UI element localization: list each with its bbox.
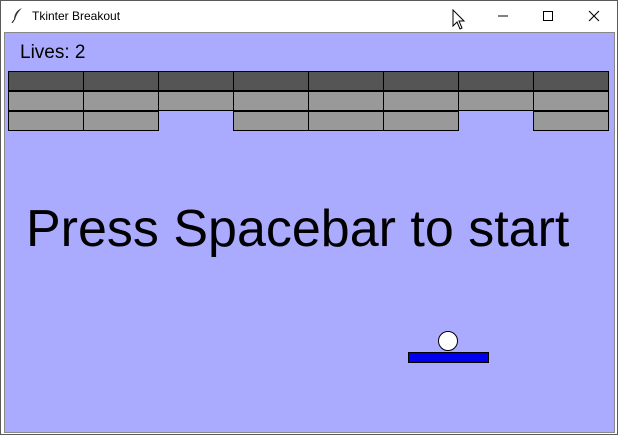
maximize-icon: [543, 11, 553, 21]
lives-counter: Lives: 2: [20, 42, 86, 63]
brick-r1-c6: [383, 71, 459, 91]
app-window: Tkinter Breakout Lives: 2 Press Spacebar…: [0, 0, 618, 435]
brick-r3-c1: [8, 111, 84, 131]
brick-r3-c2: [83, 111, 159, 131]
brick-r1-c3: [158, 71, 234, 91]
brick-r3-c8: [533, 111, 609, 131]
minimize-button[interactable]: [480, 1, 526, 31]
close-icon: [588, 10, 600, 22]
mouse-pointer-icon: [452, 9, 466, 30]
feather-icon: [11, 8, 22, 23]
game-canvas[interactable]: Lives: 2 Press Spacebar to start: [4, 32, 615, 433]
brick-r3-c5: [308, 111, 384, 131]
brick-r1-c4: [233, 71, 309, 91]
brick-r2-c5: [308, 91, 384, 111]
brick-r2-c2: [83, 91, 159, 111]
brick-r2-c7: [458, 91, 534, 111]
brick-r1-c5: [308, 71, 384, 91]
brick-r3-c4: [233, 111, 309, 131]
title-bar[interactable]: Tkinter Breakout: [1, 1, 617, 31]
brick-r3-c6: [383, 111, 459, 131]
ball: [438, 331, 458, 351]
brick-r2-c6: [383, 91, 459, 111]
brick-r2-c4: [233, 91, 309, 111]
brick-r1-c8: [533, 71, 609, 91]
brick-r2-c8: [533, 91, 609, 111]
maximize-button[interactable]: [525, 1, 571, 31]
close-button[interactable]: [571, 1, 617, 31]
brick-r1-c7: [458, 71, 534, 91]
minimize-icon: [498, 15, 508, 17]
start-message: Press Spacebar to start: [26, 200, 570, 258]
paddle[interactable]: [408, 352, 489, 363]
brick-r2-c3: [158, 91, 234, 111]
brick-r2-c1: [8, 91, 84, 111]
brick-r1-c2: [83, 71, 159, 91]
brick-r1-c1: [8, 71, 84, 91]
window-title: Tkinter Breakout: [32, 9, 121, 23]
